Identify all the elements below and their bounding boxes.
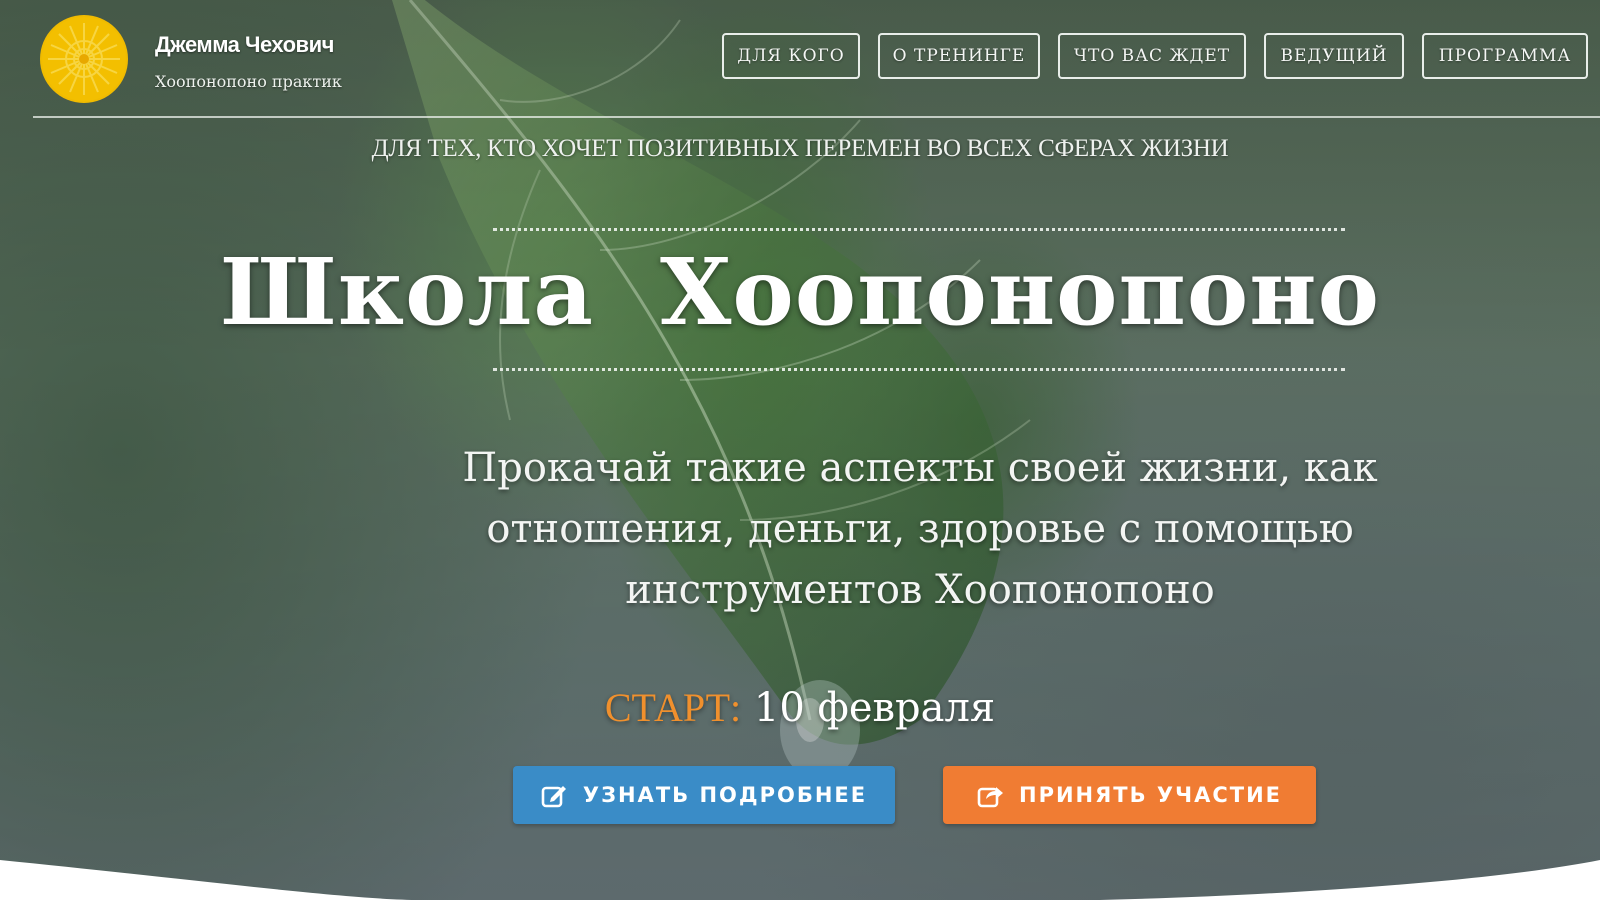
logo[interactable]: [40, 15, 128, 103]
title-divider-bottom: [493, 368, 1345, 371]
nav-item-about-training[interactable]: О ТРЕНИНГЕ: [878, 33, 1040, 79]
join-button[interactable]: ПРИНЯТЬ УЧАСТИЕ: [943, 766, 1316, 824]
learn-more-button[interactable]: УЗНАТЬ ПОДРОБНЕЕ: [513, 766, 895, 824]
nav-item-what-awaits[interactable]: ЧТО ВАС ЖДЕТ: [1058, 33, 1246, 79]
hero-title: Школа Хоопонопоно: [220, 238, 1380, 346]
sun-icon: [42, 17, 126, 101]
section-bottom-curve: [0, 860, 1600, 900]
share-icon: [977, 787, 1003, 808]
title-divider-top: [493, 228, 1345, 231]
main-nav: ДЛЯ КОГО О ТРЕНИНГЕ ЧТО ВАС ЖДЕТ ВЕДУЩИЙ…: [722, 33, 1588, 79]
brand-subtitle: Хоопонопоно практик: [155, 72, 342, 91]
start-date-line: СТАРТ: 10 февраля: [0, 684, 1600, 731]
nav-item-host[interactable]: ВЕДУЩИЙ: [1264, 33, 1404, 79]
hero-section: Джемма Чехович Хоопонопоно практик ДЛЯ К…: [0, 0, 1600, 900]
join-label: ПРИНЯТЬ УЧАСТИЕ: [1019, 783, 1282, 807]
edit-icon: [541, 786, 566, 808]
nav-item-program[interactable]: ПРОГРАММА: [1422, 33, 1588, 79]
nav-item-for-whom[interactable]: ДЛЯ КОГО: [722, 33, 860, 79]
hero-tagline: ДЛЯ ТЕХ, КТО ХОЧЕТ ПОЗИТИВНЫХ ПЕРЕМЕН ВО…: [371, 135, 1229, 162]
hero-description: Прокачай такие аспекты своей жизни, как …: [462, 445, 1378, 613]
learn-more-label: УЗНАТЬ ПОДРОБНЕЕ: [582, 783, 868, 807]
start-date: 10 февраля: [753, 685, 996, 731]
start-label: СТАРТ:: [604, 685, 742, 730]
header-divider: [33, 116, 1600, 118]
brand-name[interactable]: Джемма Чехович: [155, 32, 334, 58]
